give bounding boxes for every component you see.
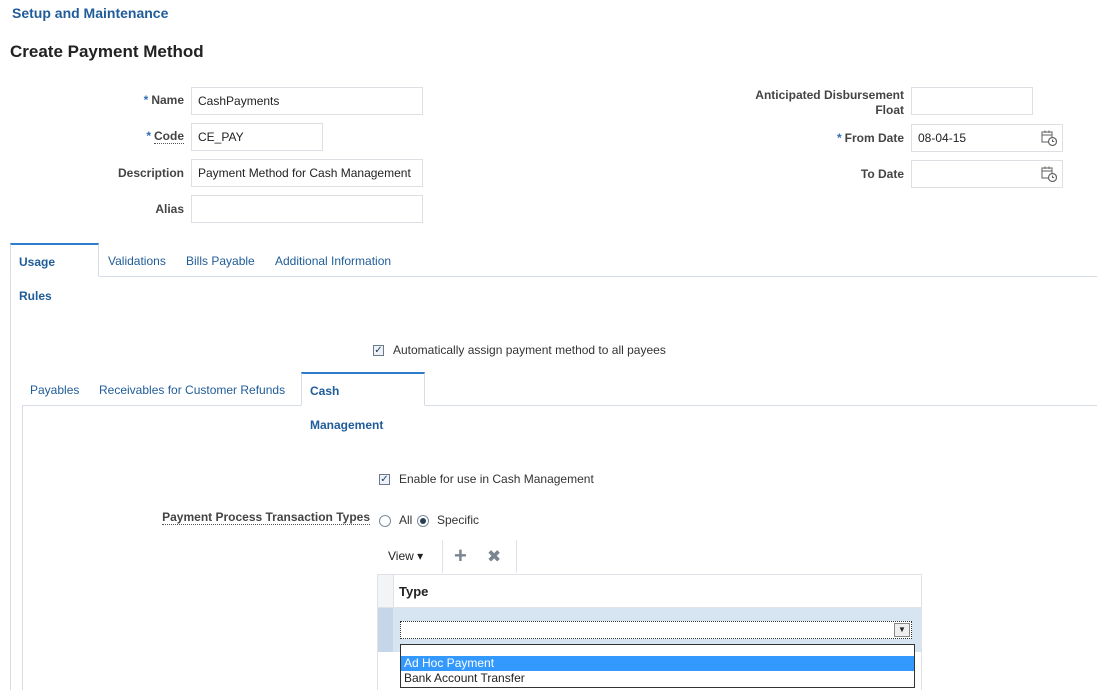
description-field[interactable]: Payment Method for Cash Management xyxy=(191,159,423,187)
to-date-label: To Date xyxy=(860,167,904,181)
radio-all[interactable] xyxy=(379,515,391,527)
tab-usage-rules[interactable]: Usage Rules xyxy=(10,243,99,303)
from-date-field[interactable]: 08-04-15 xyxy=(911,124,1063,152)
required-marker: * xyxy=(146,129,151,143)
dropdown-option-bank-account-transfer[interactable]: Bank Account Transfer xyxy=(401,671,914,686)
table-row-header-corner xyxy=(378,575,394,607)
delete-icon[interactable]: ✖ xyxy=(487,546,501,568)
main-panel-border xyxy=(10,277,11,690)
type-select[interactable]: ▼ xyxy=(400,621,912,639)
sub-tab-divider xyxy=(22,405,1097,406)
name-label: * Name xyxy=(143,93,184,107)
type-column-header[interactable]: Type xyxy=(399,584,428,599)
code-label: * Code xyxy=(146,129,184,144)
required-marker: * xyxy=(836,131,842,145)
from-date-label: * From Date xyxy=(836,131,904,145)
page-title: Create Payment Method xyxy=(10,42,204,61)
tab-bills-payable[interactable]: Bills Payable xyxy=(186,254,255,268)
code-field[interactable]: CE_PAY xyxy=(191,123,323,151)
anticipated-float-label: Anticipated Disbursement Float xyxy=(755,88,904,117)
dropdown-blank-option[interactable] xyxy=(401,645,914,656)
tab-additional-information[interactable]: Additional Information xyxy=(275,254,391,268)
radio-specific-label: Specific xyxy=(437,513,480,527)
auto-assign-label: Automatically assign payment method to a… xyxy=(393,343,666,357)
required-marker: * xyxy=(143,93,149,107)
dropdown-arrow-icon[interactable]: ▼ xyxy=(894,623,910,637)
alias-label: Alias xyxy=(155,202,184,216)
chevron-down-icon: ▾ xyxy=(417,549,424,563)
view-menu-button[interactable]: View ▾ xyxy=(388,549,423,563)
breadcrumb[interactable]: Setup and Maintenance xyxy=(12,5,168,21)
alias-field[interactable] xyxy=(191,195,423,223)
row-selector[interactable] xyxy=(378,608,393,652)
tab-validations[interactable]: Validations xyxy=(108,254,166,268)
enable-cash-management-checkbox[interactable]: ✓ xyxy=(379,474,390,485)
radio-all-label: All xyxy=(399,513,413,527)
toolbar-separator xyxy=(442,540,443,573)
add-icon[interactable]: + xyxy=(454,544,467,568)
description-label: Description xyxy=(117,166,184,180)
auto-assign-checkbox[interactable]: ✓ xyxy=(373,345,384,356)
to-date-field[interactable] xyxy=(911,160,1063,188)
main-tab-divider xyxy=(10,276,1097,277)
tab-payables[interactable]: Payables xyxy=(30,383,79,397)
from-date-value: 08-04-15 xyxy=(918,131,967,145)
calendar-icon[interactable] xyxy=(1041,166,1057,182)
calendar-icon[interactable] xyxy=(1041,130,1057,146)
sub-panel-border xyxy=(22,406,23,690)
name-field[interactable]: CashPayments xyxy=(191,87,423,115)
anticipated-float-field[interactable] xyxy=(911,87,1033,115)
ppt-label: Payment Process Transaction Types xyxy=(162,510,370,525)
tab-cash-management[interactable]: Cash Management xyxy=(301,372,425,432)
tab-receivables-customer-refunds[interactable]: Receivables for Customer Refunds xyxy=(99,383,285,397)
radio-specific[interactable] xyxy=(417,515,429,527)
dropdown-option-ad-hoc-payment[interactable]: Ad Hoc Payment xyxy=(401,656,914,671)
type-dropdown-list: Ad Hoc Payment Bank Account Transfer xyxy=(400,644,915,688)
toolbar-separator xyxy=(516,540,517,573)
enable-cash-management-label: Enable for use in Cash Management xyxy=(399,472,594,486)
